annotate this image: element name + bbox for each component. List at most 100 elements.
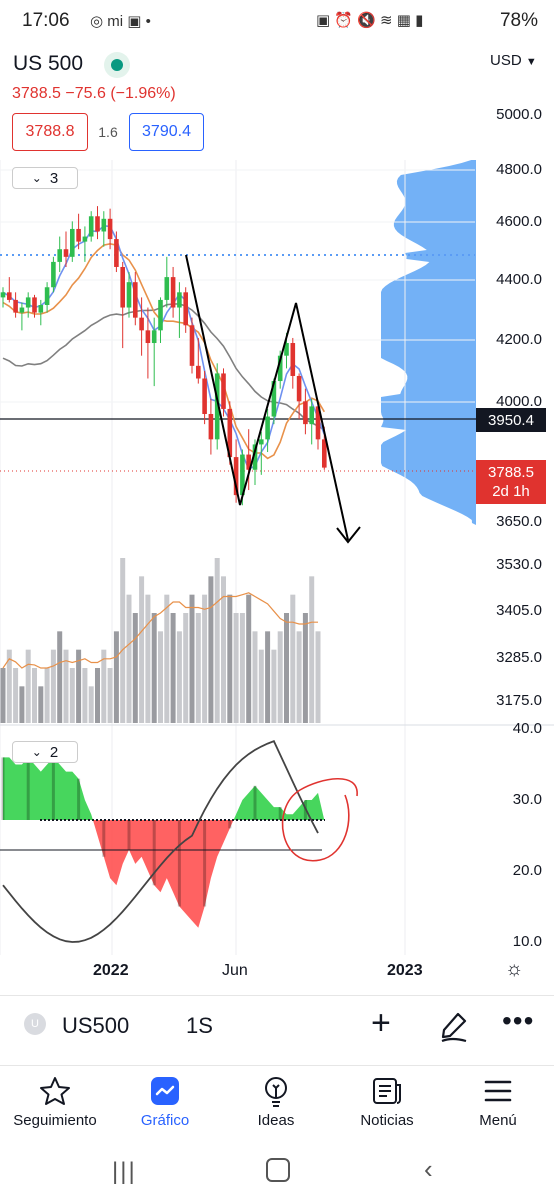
oscillator-axis-label: 40.0 [512, 720, 542, 737]
candle-body [177, 292, 182, 308]
add-icon[interactable]: + [371, 1004, 391, 1043]
chevron-down-icon: ▼ [525, 56, 537, 68]
candle-body [95, 216, 100, 232]
volume-bar [57, 631, 63, 723]
volume-bar [176, 631, 182, 723]
price-axis-label: 5000.0 [496, 106, 542, 123]
last-price-tag: 3788.5 2d 1h [476, 460, 546, 504]
volume-bar [0, 668, 6, 723]
volume-bar [32, 668, 37, 723]
home-icon[interactable] [266, 1158, 290, 1182]
volume-bar [107, 668, 113, 723]
price-change: 3788.5 −75.6 (−1.96%) [12, 85, 176, 102]
volume-bar [277, 631, 283, 723]
volume-bar [233, 613, 239, 723]
oscillator-axis-label: 20.0 [512, 862, 542, 879]
nav-noticias[interactable]: Noticias [332, 1076, 442, 1129]
last-price-value: 3788.5 [488, 464, 534, 481]
price-axis-label: 4800.0 [496, 161, 542, 178]
candle-body [170, 277, 176, 308]
recent-apps-icon[interactable]: ||| [112, 1158, 137, 1186]
volume-bar [113, 631, 119, 723]
volume-bar [170, 613, 176, 723]
volume-bar [44, 668, 50, 723]
candle-body [82, 236, 88, 242]
status-time: 17:06 [22, 10, 70, 31]
volume-bar [189, 594, 195, 723]
volume-bar [95, 668, 100, 723]
lightbulb-icon [221, 1076, 331, 1107]
candle-body [151, 330, 157, 344]
toolbar-symbol[interactable]: US500 [62, 1013, 129, 1039]
candle-body [183, 292, 188, 326]
volume-bar [252, 631, 258, 723]
candle-body [259, 439, 264, 445]
volume-bar [246, 594, 252, 723]
candle-body [107, 218, 113, 240]
chart-icon [110, 1076, 220, 1106]
price-axis-label: 4200.0 [496, 331, 542, 348]
volume-bar [50, 649, 56, 723]
back-icon[interactable]: ‹ [424, 1154, 433, 1185]
nav-grafico[interactable]: Gráfico [110, 1076, 220, 1129]
menu-icon [443, 1076, 553, 1106]
main-indicator-count: 3 [49, 169, 59, 187]
candle-body [57, 249, 62, 262]
nav-label: Noticias [360, 1112, 414, 1129]
candles [0, 206, 327, 506]
volume-bar [239, 613, 245, 723]
candle-body [101, 218, 107, 232]
price-axis-label: 4400.0 [496, 271, 542, 288]
volume-bar [214, 558, 220, 723]
nav-label: Seguimiento [13, 1112, 97, 1129]
nav-seguimiento[interactable]: Seguimiento [0, 1076, 110, 1129]
battery-percent: 78% [499, 10, 538, 31]
status-icons-right: ▣ ⏰ 🔇 ≋ ▦ ▮ [316, 12, 424, 29]
candle-body [25, 297, 31, 308]
currency-selector[interactable]: USD ▼ [490, 52, 537, 69]
price-axis-label: 3530.0 [496, 556, 542, 573]
volume-bar [315, 631, 321, 723]
candle-body [145, 330, 151, 344]
candle-body [158, 299, 163, 331]
price-chart[interactable] [0, 150, 554, 990]
oscillator-axis-label: 10.0 [512, 933, 542, 950]
volume-bar [13, 668, 19, 723]
volume-bar [145, 594, 151, 723]
nav-ideas[interactable]: Ideas [221, 1076, 331, 1129]
candle-body [0, 292, 6, 298]
sell-price-button[interactable]: 3788.8 [12, 113, 88, 151]
candle-body [296, 375, 302, 402]
volume-bar [271, 649, 277, 723]
drawing-tool-icon[interactable] [438, 1010, 470, 1049]
volume-bars [0, 558, 321, 723]
candle-body [126, 282, 132, 308]
candle-body [51, 261, 56, 288]
symbol-title[interactable]: US 500 [13, 52, 83, 76]
more-options-icon[interactable]: ••• [502, 1005, 534, 1037]
candle-body [88, 216, 94, 237]
candle-body [63, 249, 69, 257]
candle-body [309, 406, 314, 425]
oscillator-indicators-toggle[interactable]: ⌄ 2 [12, 741, 78, 763]
candle-body [76, 228, 81, 242]
candle-body [70, 228, 75, 257]
status-icons-left: ◎ mi ▣ • [90, 13, 151, 30]
volume-bar [208, 576, 214, 723]
volume-bar [158, 631, 163, 723]
star-icon [0, 1076, 110, 1106]
buy-price-button[interactable]: 3790.4 [129, 113, 204, 151]
main-indicators-toggle[interactable]: ⌄ 3 [12, 167, 78, 189]
theme-toggle-icon[interactable]: ☼ [505, 958, 523, 981]
volume-bar [290, 594, 296, 723]
candle-body [202, 378, 207, 414]
status-bar: 17:06 ◎ mi ▣ • ▣ ⏰ 🔇 ≋ ▦ ▮ 78% [0, 0, 554, 44]
oscillator-axis-label: 30.0 [512, 791, 542, 808]
candle-body [13, 299, 18, 313]
time-label-2022: 2022 [93, 962, 129, 979]
volume-bar [309, 576, 315, 723]
nav-menu[interactable]: Menú [443, 1076, 553, 1129]
price-axis-label: 3175.0 [496, 692, 542, 709]
volume-bar [258, 649, 264, 723]
timeframe-selector[interactable]: 1S [186, 1013, 213, 1039]
